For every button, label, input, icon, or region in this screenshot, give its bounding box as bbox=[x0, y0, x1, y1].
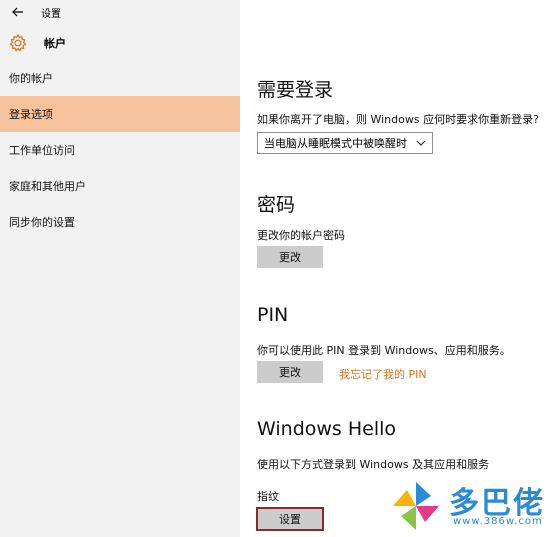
sidebar-item-family-users[interactable]: 家庭和其他用户 bbox=[0, 168, 240, 204]
window-title: 设置 bbox=[41, 8, 61, 20]
pinwheel-logo-icon bbox=[393, 482, 439, 530]
fingerprint-label: 指纹 bbox=[257, 490, 279, 503]
require-signin-title: 需要登录 bbox=[257, 79, 334, 101]
title-bar: 设置 bbox=[0, 0, 240, 24]
sidebar-item-your-account[interactable]: 你的帐户 bbox=[0, 60, 240, 96]
windows-hello-description: 使用以下方式登录到 Windows 及其应用和服务 bbox=[257, 458, 490, 471]
change-pin-button[interactable]: 更改 bbox=[257, 361, 323, 383]
change-password-button[interactable]: 更改 bbox=[257, 246, 323, 268]
sidebar-item-sync-settings[interactable]: 同步你的设置 bbox=[0, 204, 240, 240]
gear-icon bbox=[9, 33, 27, 52]
require-signin-selected: 当电脑从睡眠模式中被唤醒时 bbox=[264, 137, 407, 150]
require-signin-description: 如果你离开了电脑，则 Windows 应何时要求你重新登录? bbox=[257, 113, 539, 126]
sidebar-panel: 设置 帐户 你的帐户 登录选项 工作单位访问 家庭和其他用户 同步你的设置 bbox=[0, 0, 240, 537]
back-arrow-icon[interactable] bbox=[8, 7, 28, 17]
password-description: 更改你的帐户密码 bbox=[257, 229, 345, 242]
password-title: 密码 bbox=[257, 194, 296, 216]
watermark-url: www.386w.com bbox=[453, 516, 543, 527]
page-title: 帐户 bbox=[44, 37, 66, 50]
watermark-logo: 多巴佬 www.386w.com bbox=[387, 478, 549, 534]
pin-description: 你可以使用此 PIN 登录到 Windows、应用和服务。 bbox=[257, 344, 511, 357]
forgot-pin-link[interactable]: 我忘记了我的 PIN bbox=[339, 366, 427, 382]
require-signin-dropdown[interactable]: 当电脑从睡眠模式中被唤醒时 bbox=[257, 132, 433, 154]
pin-title: PIN bbox=[257, 304, 289, 326]
sidebar-item-signin-options[interactable]: 登录选项 bbox=[0, 96, 240, 132]
page-header: 帐户 bbox=[0, 28, 240, 58]
main-content: 需要登录 如果你离开了电脑，则 Windows 应何时要求你重新登录? 当电脑从… bbox=[240, 0, 554, 537]
sidebar-item-work-access[interactable]: 工作单位访问 bbox=[0, 132, 240, 168]
chevron-down-icon bbox=[416, 140, 426, 146]
windows-hello-title: Windows Hello bbox=[257, 418, 397, 440]
sidebar-nav: 你的帐户 登录选项 工作单位访问 家庭和其他用户 同步你的设置 bbox=[0, 60, 240, 240]
fingerprint-setup-button[interactable]: 设置 bbox=[256, 507, 324, 531]
